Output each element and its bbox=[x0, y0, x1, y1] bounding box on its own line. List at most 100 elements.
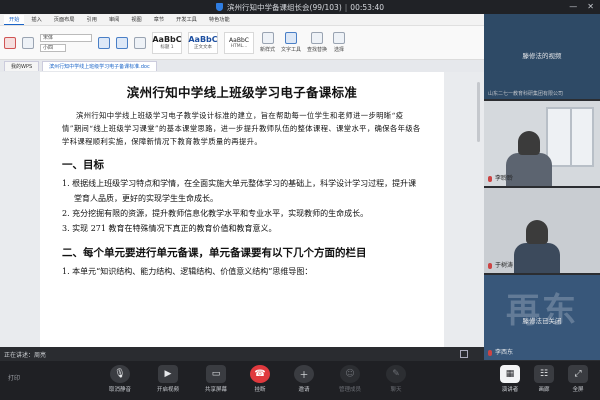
goal-line: 堂育人品质，更好的实现学生生命成长。 bbox=[74, 194, 218, 203]
menu-tab-layout[interactable]: 页面布局 bbox=[49, 15, 80, 24]
participant-tile[interactable]: 滕修法的视频 山东二七一教育科研集团有限公司 bbox=[484, 14, 600, 99]
share-screen-button[interactable]: ▭ 共享屏幕 bbox=[196, 365, 236, 393]
fullscreen-button[interactable]: ⤢ 全屏 bbox=[558, 365, 598, 393]
document-intro: 滨州行知中学线上班级学习电子教学设计标准的建立，旨在帮助每一位学生和老师进一步明… bbox=[62, 111, 421, 146]
chat-icon: ✎ bbox=[386, 365, 406, 383]
menu-tab-insert[interactable]: 插入 bbox=[26, 15, 46, 24]
new-style-icon[interactable] bbox=[261, 32, 274, 44]
speaker-view-label: 演讲者 bbox=[501, 387, 519, 393]
tab-my-wps[interactable]: 我的WPS bbox=[4, 61, 40, 71]
members-label: 管理成员 bbox=[338, 387, 361, 393]
participant-tile[interactable]: 再东 滕修法已关闭 李西东 bbox=[484, 275, 600, 360]
menu-tab-review[interactable]: 审阅 bbox=[104, 15, 124, 24]
wps-menu-tabs: 开始 插入 页面布局 引用 审阅 视图 章节 开发工具 特色功能 bbox=[0, 14, 484, 26]
style-label: 正文文本 bbox=[194, 45, 212, 50]
window-controls: — ✕ bbox=[569, 2, 594, 11]
members-button[interactable]: ☺ 管理成员 bbox=[330, 365, 370, 393]
members-icon: ☺ bbox=[340, 365, 360, 383]
tab-document[interactable]: 滨州行知中学线上班级学习电子备课标准.doc bbox=[42, 61, 157, 71]
style-label: HTML... bbox=[230, 43, 248, 49]
start-video-button[interactable]: ▶ 开启视频 bbox=[148, 365, 188, 393]
title-separator: | bbox=[344, 2, 348, 12]
mic-off-icon bbox=[488, 175, 492, 182]
goal-line: 3. 实现 271 教育在特殊情况下真正的教育价值和教育意义。 bbox=[62, 224, 277, 233]
menu-tab-start[interactable]: 开始 bbox=[4, 14, 25, 25]
bold-icon[interactable] bbox=[98, 36, 110, 49]
goal-line: 1. 根据线上班级学习特点和学情，在全面实施大单元整体学习的基础上，科学设计学习… bbox=[62, 179, 417, 188]
section-heading-goals: 一、目标 bbox=[62, 159, 104, 171]
fullscreen-label: 全屏 bbox=[572, 387, 584, 393]
person-head bbox=[518, 131, 540, 155]
style-html[interactable]: AaBbC HTML... bbox=[224, 31, 254, 54]
document-scrollbar[interactable] bbox=[477, 82, 480, 142]
participant-tile[interactable]: 于树涛 bbox=[484, 188, 600, 273]
participant-tile[interactable]: 李聆聆 bbox=[484, 101, 600, 186]
mic-off-icon bbox=[488, 349, 492, 356]
hangup-icon: ☎ bbox=[250, 365, 270, 383]
expand-icon[interactable] bbox=[460, 350, 468, 358]
invite-label: 邀请 bbox=[298, 387, 310, 393]
participant-name: 李聆聆 bbox=[488, 173, 513, 182]
window-background bbox=[546, 107, 594, 167]
text-tool-icon[interactable] bbox=[285, 32, 298, 44]
unmute-label: 取消静音 bbox=[108, 387, 131, 393]
print-label: 打印 bbox=[8, 375, 21, 382]
shared-screen: 开始 插入 页面布局 引用 审阅 视图 章节 开发工具 特色功能 宋体 小四 A… bbox=[0, 14, 484, 361]
menu-tab-dev[interactable]: 开发工具 bbox=[171, 15, 202, 24]
meeting-timer: 00:53:40 bbox=[350, 2, 384, 12]
invite-button[interactable]: ＋ 邀请 bbox=[284, 365, 324, 393]
speaker-view-icon: ▦ bbox=[500, 365, 520, 383]
participant-panel: 滕修法的视频 山东二七一教育科研集团有限公司 李聆聆 于树涛 再东 滕修法已关闭… bbox=[484, 14, 600, 361]
paste-icon[interactable] bbox=[4, 36, 16, 49]
style-sample: AaBbC bbox=[152, 35, 182, 44]
hangup-button[interactable]: ☎ 挂断 bbox=[240, 365, 280, 393]
participant-caption: 山东二七一教育科研集团有限公司 bbox=[488, 91, 564, 97]
hangup-label: 挂断 bbox=[254, 387, 266, 393]
list-icon[interactable] bbox=[134, 36, 146, 49]
unit-item: 1. 本单元“知识结构、能力结构、逻辑结构、价值意义结构”思维导图： bbox=[62, 267, 313, 276]
invite-icon: ＋ bbox=[294, 365, 314, 383]
tool-label: 文字工具 bbox=[281, 47, 302, 53]
participant-caption: 滕修法已关闭 bbox=[522, 317, 562, 325]
chat-button[interactable]: ✎ 聊天 bbox=[376, 365, 416, 393]
meeting-toolbar: 打印 🎙 取消静音 ▶ 开启视频 ▭ 共享屏幕 ☎ 挂断 ＋ 邀请 ☺ 管理成员… bbox=[0, 361, 600, 400]
participant-name: 滕修法的视频 bbox=[522, 52, 562, 60]
participant-name: 于树涛 bbox=[488, 260, 513, 269]
gallery-view-icon: ☷ bbox=[534, 365, 554, 383]
share-screen-label: 共享屏幕 bbox=[204, 387, 227, 393]
tool-label: 选择 bbox=[334, 47, 345, 53]
minimize-icon[interactable]: — bbox=[569, 2, 577, 11]
tool-label: 查找替换 bbox=[307, 47, 328, 53]
person-head bbox=[526, 220, 548, 244]
participant-name: 李西东 bbox=[488, 347, 513, 356]
section-heading-units: 二、每个单元要进行单元备课，单元备课要有以下几个方面的栏目 bbox=[62, 247, 367, 259]
find-replace-icon[interactable] bbox=[311, 32, 324, 44]
gallery-view-label: 画廊 bbox=[538, 387, 550, 393]
document-title: 滨州行知中学线上班级学习电子备课标准 bbox=[126, 85, 358, 100]
style-heading1[interactable]: AaBbC 标题 1 bbox=[152, 31, 182, 54]
meeting-titlebar: 滨州行知中学备课组长会(99/103) | 00:53:40 — ✕ bbox=[0, 0, 600, 14]
menu-tab-special[interactable]: 特色功能 bbox=[204, 15, 235, 24]
menu-tab-view[interactable]: 视图 bbox=[126, 15, 146, 24]
speaker-status: 正在讲述：周亮 bbox=[4, 351, 47, 359]
cut-icon[interactable] bbox=[22, 36, 34, 49]
meeting-title: 滨州行知中学备课组长会(99/103) bbox=[227, 2, 342, 12]
share-status-bar: 正在讲述：周亮 bbox=[0, 347, 484, 361]
align-icon[interactable] bbox=[116, 36, 128, 49]
select-icon[interactable] bbox=[333, 32, 346, 44]
font-name-select[interactable]: 宋体 bbox=[40, 33, 92, 42]
wps-ribbon: 宋体 小四 AaBbC 标题 1 AaBbC 正文文本 AaBbC HTML..… bbox=[0, 26, 484, 60]
font-size-select[interactable]: 小四 bbox=[40, 43, 66, 52]
share-screen-icon: ▭ bbox=[206, 365, 226, 383]
style-body[interactable]: AaBbC 正文文本 bbox=[188, 31, 218, 54]
print-button[interactable]: 打印 bbox=[8, 373, 20, 382]
close-icon[interactable]: ✕ bbox=[587, 2, 594, 11]
person-body bbox=[514, 243, 560, 273]
menu-tab-reference[interactable]: 引用 bbox=[82, 15, 102, 24]
camera-icon: ▶ bbox=[158, 365, 178, 383]
unmute-button[interactable]: 🎙 取消静音 bbox=[100, 365, 140, 393]
start-video-label: 开启视频 bbox=[156, 387, 179, 393]
document-canvas: 滨州行知中学线上班级学习电子备课标准 滨州行知中学线上班级学习电子教学设计标准的… bbox=[0, 72, 484, 361]
style-sample: AaBbC bbox=[188, 35, 218, 44]
menu-tab-chapter[interactable]: 章节 bbox=[149, 15, 169, 24]
